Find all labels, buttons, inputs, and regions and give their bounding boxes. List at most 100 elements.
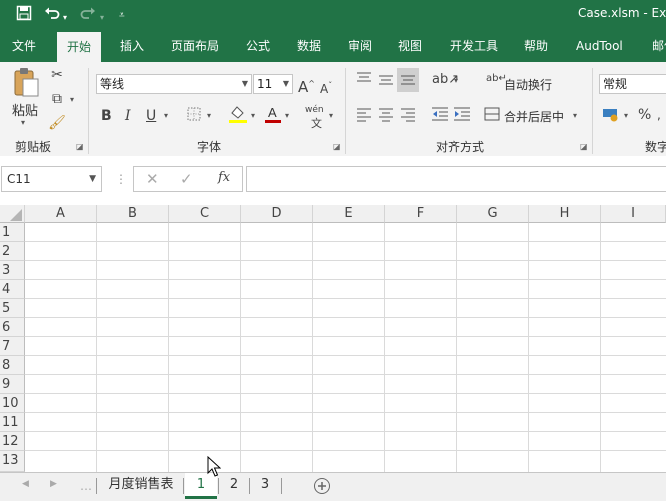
new-sheet-icon[interactable] <box>313 477 331 498</box>
clipboard-launcher-icon[interactable]: ◪ <box>76 142 84 151</box>
sheet-tab[interactable]: 月度销售表 <box>100 473 182 499</box>
column-header[interactable]: D <box>241 205 313 223</box>
row-header[interactable]: 9 <box>0 375 25 394</box>
paste-dropdown-icon[interactable]: ▾ <box>21 118 25 127</box>
row-header[interactable]: 12 <box>0 432 25 451</box>
tab-audtool[interactable]: AudTool <box>576 30 623 62</box>
paste-icon[interactable] <box>12 66 40 97</box>
phonetic-dropdown-icon[interactable]: ▾ <box>329 111 333 120</box>
percent-button[interactable]: % <box>638 107 651 123</box>
column-header[interactable]: E <box>313 205 385 223</box>
wrap-text-button[interactable]: 自动换行 <box>504 76 552 93</box>
decrease-font-icon[interactable]: Aˇ <box>320 77 332 98</box>
tab-mailings[interactable]: 邮件 <box>652 30 666 62</box>
formula-input[interactable] <box>246 166 666 192</box>
align-top-icon[interactable] <box>356 71 372 92</box>
row-header[interactable]: 11 <box>0 413 25 432</box>
sheet-tab[interactable]: 2 <box>220 473 248 499</box>
save-icon[interactable] <box>16 5 32 26</box>
row-header[interactable]: 1 <box>0 223 25 242</box>
tab-file[interactable]: 文件 <box>12 30 36 62</box>
copy-icon[interactable]: ⧉ <box>48 90 66 108</box>
merge-center-button[interactable]: 合并后居中 <box>504 108 564 125</box>
align-middle-icon[interactable] <box>378 71 394 92</box>
borders-dropdown-icon[interactable]: ▾ <box>207 111 211 120</box>
row-header[interactable]: 13 <box>0 451 25 472</box>
number-format-select[interactable]: 常规 <box>599 74 666 94</box>
align-center-icon[interactable] <box>378 106 394 127</box>
borders-icon[interactable] <box>186 106 202 127</box>
tab-data[interactable]: 数据 <box>297 30 321 62</box>
accounting-dropdown-icon[interactable]: ▾ <box>624 111 628 120</box>
splitter-handle-icon[interactable]: ⋮ <box>115 172 127 186</box>
comma-style-icon[interactable]: , <box>657 106 661 124</box>
more-sheets-icon[interactable]: … <box>80 479 92 493</box>
italic-icon[interactable]: I <box>125 107 131 125</box>
row-header[interactable]: 5 <box>0 299 25 318</box>
column-header[interactable]: I <box>601 205 666 223</box>
row-header[interactable]: 6 <box>0 318 25 337</box>
tab-help[interactable]: 帮助 <box>524 30 548 62</box>
font-name-select[interactable]: 等线 ▼ <box>96 74 252 94</box>
copy-dropdown-icon[interactable]: ▾ <box>70 95 74 104</box>
fill-color-icon[interactable] <box>228 104 248 129</box>
font-color-icon[interactable]: A <box>264 104 282 129</box>
enter-icon[interactable]: ✓ <box>180 170 193 188</box>
column-header[interactable]: F <box>385 205 457 223</box>
scroll-right-icon[interactable]: ▶ <box>50 479 57 489</box>
row-header[interactable]: 8 <box>0 356 25 375</box>
font-launcher-icon[interactable]: ◪ <box>333 142 341 151</box>
tab-formulas[interactable]: 公式 <box>246 30 270 62</box>
phonetic-icon[interactable]: wén <box>305 105 324 115</box>
sheet-tab[interactable]: 3 <box>251 473 279 499</box>
tab-home[interactable]: 开始 <box>57 32 102 62</box>
paste-label[interactable]: 粘贴 <box>12 100 38 119</box>
select-all-button[interactable] <box>0 205 25 223</box>
name-box[interactable]: C11 ▼ <box>1 166 102 192</box>
row-header[interactable]: 2 <box>0 242 25 261</box>
underline-dropdown-icon[interactable]: ▾ <box>164 111 168 120</box>
tab-view[interactable]: 视图 <box>398 30 422 62</box>
column-header[interactable]: B <box>97 205 169 223</box>
worksheet-grid[interactable]: A B C D E F G H I 1 2 3 4 5 6 7 8 9 10 1… <box>0 205 666 472</box>
cut-icon[interactable]: ✂ <box>48 66 66 84</box>
orientation-dropdown-icon[interactable]: ▾ <box>454 76 458 85</box>
align-bottom-icon[interactable] <box>397 68 419 92</box>
tab-review[interactable]: 审阅 <box>348 30 372 62</box>
row-header[interactable]: 4 <box>0 280 25 299</box>
column-header[interactable]: C <box>169 205 241 223</box>
alignment-launcher-icon[interactable]: ◪ <box>580 142 588 151</box>
underline-icon[interactable]: U <box>146 107 156 125</box>
column-header[interactable]: H <box>529 205 601 223</box>
row-header[interactable]: 3 <box>0 261 25 280</box>
phonetic-char-icon[interactable]: 文 <box>311 115 322 131</box>
font-size-select[interactable]: 11 ▼ <box>253 74 293 94</box>
merge-center-icon[interactable] <box>484 106 500 127</box>
row-header[interactable]: 7 <box>0 337 25 356</box>
increase-font-icon[interactable]: A^ <box>298 75 315 96</box>
scroll-left-icon[interactable]: ◀ <box>22 479 29 489</box>
tab-page-layout[interactable]: 页面布局 <box>171 30 219 62</box>
fill-color-dropdown-icon[interactable]: ▾ <box>251 111 255 120</box>
undo-icon[interactable] <box>44 5 60 26</box>
bold-icon[interactable]: B <box>101 107 112 125</box>
cancel-icon[interactable]: ✕ <box>146 170 159 188</box>
redo-icon[interactable] <box>80 5 96 26</box>
accounting-format-icon[interactable] <box>602 106 620 127</box>
column-header[interactable]: G <box>457 205 529 223</box>
format-painter-icon[interactable]: 🖌 <box>48 114 66 132</box>
tab-insert[interactable]: 插入 <box>120 30 144 62</box>
font-color-dropdown-icon[interactable]: ▾ <box>285 111 289 120</box>
align-left-icon[interactable] <box>356 106 372 127</box>
customize-qat-icon[interactable]: ⩡ <box>119 6 125 26</box>
merge-dropdown-icon[interactable]: ▾ <box>573 111 577 120</box>
row-header[interactable]: 10 <box>0 394 25 413</box>
tab-developer[interactable]: 开发工具 <box>450 30 498 62</box>
align-right-icon[interactable] <box>400 106 416 127</box>
undo-dropdown-icon[interactable]: ▾ <box>63 8 67 28</box>
column-header[interactable]: A <box>25 205 97 223</box>
insert-function-icon[interactable]: fx <box>218 170 230 185</box>
increase-indent-icon[interactable] <box>453 106 471 127</box>
redo-dropdown-icon[interactable]: ▾ <box>100 8 104 28</box>
decrease-indent-icon[interactable] <box>431 106 449 127</box>
